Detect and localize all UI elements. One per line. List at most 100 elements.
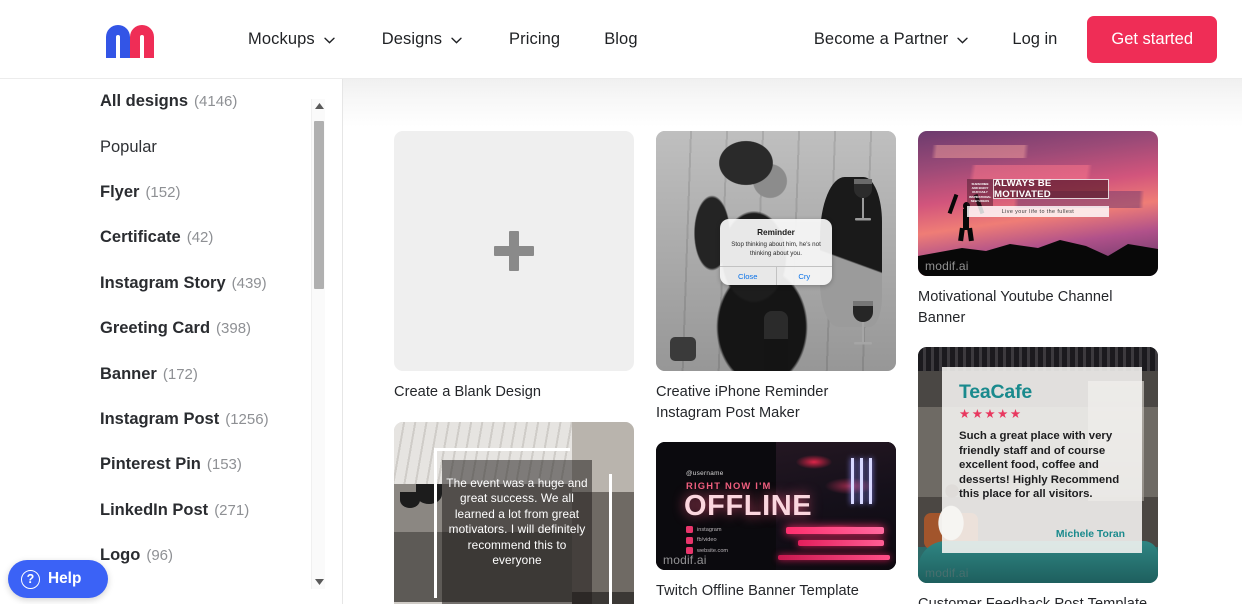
card-customer-feedback[interactable]: TeaCafe ★★★★★ Such a great place with ve…	[918, 347, 1158, 604]
sidebar-item-pinterest-pin[interactable]: Pinterest Pin (153)	[100, 442, 310, 487]
iphone-reminder-thumbnail[interactable]: Reminder Stop thinking about him, he's n…	[656, 131, 896, 371]
sidebar-label: Pinterest Pin	[100, 455, 201, 474]
dialog-cry-button[interactable]: Cry	[775, 267, 833, 285]
sidebar-label: LinkedIn Post	[100, 500, 209, 519]
sidebar-label: Instagram Post	[100, 409, 220, 428]
sidebar-item-popular[interactable]: Popular	[100, 124, 310, 169]
rgb-light-bar	[778, 555, 890, 560]
chevron-down-icon	[957, 37, 969, 44]
scroll-up-arrow-icon[interactable]	[312, 99, 326, 113]
banner-headline: ALWAYS BE MOTIVATED	[994, 178, 1052, 200]
review-author: Michele Toran	[1055, 529, 1125, 540]
sidebar-count: (398)	[216, 320, 252, 338]
scrollbar-thumb[interactable]	[314, 121, 324, 289]
watermark: modif.ai	[663, 553, 707, 567]
scroll-down-arrow-icon[interactable]	[312, 575, 326, 589]
sidebar-item-instagram-story[interactable]: Instagram Story (439)	[100, 261, 310, 306]
card-title: Motivational Youtube Channel Banner	[918, 289, 1113, 326]
rgb-light-strip	[860, 458, 863, 504]
kettle-icon	[670, 337, 696, 361]
watermark: modif.ai	[925, 566, 969, 580]
sticky-header-fade	[343, 79, 1242, 127]
twitch-username: @username	[686, 470, 724, 477]
card-create-blank-design[interactable]: Create a Blank Design	[394, 131, 634, 403]
grid-column-3: SUBSCRIBE AND ENJOY OUR DAILY INSPIRATIO…	[918, 131, 1158, 604]
card-motivational-youtube-banner[interactable]: SUBSCRIBE AND ENJOY OUR DAILY INSPIRATIO…	[918, 131, 1158, 328]
chevron-down-icon	[451, 37, 462, 44]
dialog-title: Reminder	[757, 228, 795, 237]
card-iphone-reminder[interactable]: Reminder Stop thinking about him, he's n…	[656, 131, 896, 423]
nav-item-designs[interactable]: Designs	[382, 30, 462, 49]
grid-column-1: Create a Blank Design The event was a hu…	[394, 131, 634, 604]
sidebar-item-banner[interactable]: Banner (172)	[100, 351, 310, 396]
sidebar-item-instagram-post[interactable]: Instagram Post (1256)	[100, 397, 310, 442]
frame-bracket	[609, 473, 612, 604]
wine-glass-icon	[846, 299, 880, 349]
feedback-overlay-card: TeaCafe ★★★★★ Such a great place with ve…	[942, 367, 1142, 553]
instagram-icon	[686, 526, 693, 533]
rgb-light-bar	[786, 527, 884, 534]
sidebar-count: (42)	[186, 229, 214, 247]
twitch-headline: OFFLINE	[684, 490, 813, 522]
dialog-close-button[interactable]: Close	[720, 267, 776, 285]
sidebar-label: Instagram Story	[100, 273, 226, 292]
rgb-light-bar	[798, 540, 884, 546]
watermark: modif.ai	[925, 259, 969, 273]
nav-item-blog[interactable]: Blog	[604, 30, 637, 49]
sidebar-label: Certificate	[100, 228, 181, 247]
card-event-testimonial[interactable]: The event was a huge and great success. …	[394, 421, 634, 604]
sidebar-count: (4146)	[194, 93, 238, 111]
motivational-banner-thumbnail[interactable]: SUBSCRIBE AND ENJOY OUR DAILY INSPIRATIO…	[918, 131, 1158, 276]
sidebar-count: (271)	[214, 501, 250, 519]
banner-side-text: SUBSCRIBE AND ENJOY OUR DAILY INSPIRATIO…	[967, 179, 993, 207]
social-link: fb/video	[686, 536, 728, 544]
card-title: Create a Blank Design	[394, 384, 542, 400]
rgb-light-strip	[851, 458, 854, 504]
sidebar-count: (439)	[231, 274, 267, 292]
blank-design-thumbnail[interactable]	[394, 131, 634, 371]
wine-bottle-icon	[764, 311, 788, 371]
nav-label-designs: Designs	[381, 29, 443, 48]
nav-item-pricing[interactable]: Pricing	[509, 30, 560, 49]
sidebar-scrollbar[interactable]	[311, 99, 325, 589]
grid-column-2: Reminder Stop thinking about him, he's n…	[656, 131, 896, 604]
banner-overlay: SUBSCRIBE AND ENJOY OUR DAILY INSPIRATIO…	[967, 178, 1109, 218]
plus-icon	[494, 231, 534, 271]
banner-headline-box: ALWAYS BE MOTIVATED	[993, 178, 1109, 200]
help-widget-button[interactable]: ? Help	[8, 560, 108, 598]
card-title: Creative iPhone Reminder Instagram Post …	[656, 384, 829, 421]
get-started-button[interactable]: Get started	[1087, 15, 1217, 63]
sidebar-item-greeting-card[interactable]: Greeting Card (398)	[100, 306, 310, 351]
brand-name: TeaCafe	[959, 381, 1033, 403]
sidebar-item-linkedin-post[interactable]: LinkedIn Post (271)	[100, 488, 310, 533]
sidebar-item-logo[interactable]: Logo (96)	[100, 533, 310, 578]
wine-glass-icon	[848, 177, 878, 225]
social-link-label: instagram	[697, 526, 722, 533]
help-widget-label: Help	[48, 570, 82, 587]
twitch-banner-thumbnail[interactable]: @username RIGHT NOW I'M OFFLINE instagra…	[656, 442, 896, 570]
sidebar-count: (1256)	[225, 410, 269, 428]
primary-nav: Mockups Designs Pricing Blog	[248, 0, 638, 78]
ios-reminder-dialog: Reminder Stop thinking about him, he's n…	[720, 219, 832, 285]
sidebar-count: (153)	[206, 456, 242, 474]
sidebar-item-certificate[interactable]: Certificate (42)	[100, 215, 310, 260]
event-testimonial-thumbnail[interactable]: The event was a huge and great success. …	[394, 421, 634, 604]
modif-logo-icon	[106, 25, 154, 58]
login-link[interactable]: Log in	[1012, 30, 1057, 49]
logo[interactable]	[101, 20, 169, 58]
sidebar-item-all-designs[interactable]: All designs (4146)	[100, 79, 310, 124]
card-twitch-offline-banner[interactable]: @username RIGHT NOW I'M OFFLINE instagra…	[656, 442, 896, 602]
sidebar-count: (172)	[162, 365, 198, 383]
nav-item-mockups[interactable]: Mockups	[248, 30, 335, 49]
sidebar-item-flyer[interactable]: Flyer (152)	[100, 170, 310, 215]
social-link: instagram	[686, 526, 728, 533]
nav-item-become-a-partner[interactable]: Become a Partner	[814, 30, 969, 49]
sidebar-count: (152)	[145, 183, 181, 201]
banner-row: SUBSCRIBE AND ENJOY OUR DAILY INSPIRATIO…	[967, 178, 1109, 207]
teacafe-feedback-thumbnail[interactable]: TeaCafe ★★★★★ Such a great place with ve…	[918, 347, 1158, 583]
sidebar-label: Popular	[100, 137, 157, 156]
sidebar-label: Flyer	[100, 182, 140, 201]
testimonial-quote: The event was a huge and great success. …	[446, 475, 588, 568]
sidebar-count: (96)	[146, 547, 174, 565]
template-gallery: Create a Blank Design The event was a hu…	[343, 79, 1242, 604]
